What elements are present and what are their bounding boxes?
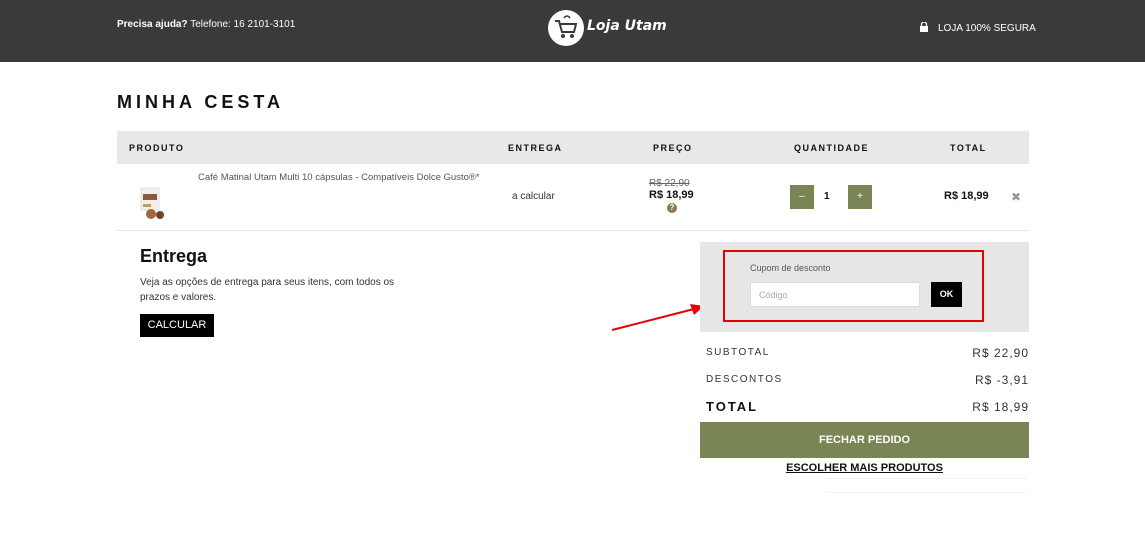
cart-item-row: Café Matinal Utam Multi 10 cápsulas - Co…	[117, 164, 1029, 231]
product-image[interactable]	[137, 184, 169, 222]
divider	[826, 492, 1026, 493]
delivery-value: a calcular	[512, 191, 555, 202]
cart-logo-icon	[548, 10, 584, 46]
quantity-decrease-button[interactable]: –	[790, 185, 814, 209]
choose-more-products-link[interactable]: ESCOLHER MAIS PRODUTOS	[700, 462, 1029, 474]
secure-store-badge: LOJA 100% SEGURA	[920, 21, 1036, 35]
remove-item-icon[interactable]: ✖	[1011, 190, 1021, 204]
delivery-title: Entrega	[140, 246, 208, 266]
help-contact: Precisa ajuda? Telefone: 16 2101-3101	[117, 19, 295, 30]
checkout-button[interactable]: FECHAR PEDIDO	[700, 422, 1029, 458]
header-product: PRODUTO	[129, 143, 185, 153]
divider	[826, 478, 1026, 479]
current-price: R$ 18,99	[649, 189, 694, 201]
calculate-shipping-button[interactable]: CALCULAR	[140, 314, 214, 337]
price-help-icon[interactable]: ?	[667, 203, 677, 213]
coupon-panel: Cupom de desconto OK	[700, 242, 1029, 332]
apply-coupon-button[interactable]: OK	[931, 282, 962, 307]
discount-value: R$ -3,91	[974, 373, 1029, 387]
coupon-code-input[interactable]	[750, 282, 920, 307]
header-total: TOTAL	[950, 143, 987, 153]
logo-text: Loja Utam	[587, 18, 667, 34]
item-total: R$ 18,99	[944, 190, 989, 202]
header-delivery: ENTREGA	[508, 143, 563, 153]
cart-table-header: PRODUTO ENTREGA PREÇO QUANTIDADE TOTAL	[117, 131, 1029, 164]
subtotal-label: SUBTOTAL	[706, 347, 770, 358]
discount-label: DESCONTOS	[706, 374, 783, 385]
red-arrow-annotation	[608, 300, 708, 339]
top-bar: Precisa ajuda? Telefone: 16 2101-3101 Lo…	[0, 0, 1145, 62]
store-logo[interactable]: Loja Utam	[548, 10, 668, 50]
secure-text: LOJA 100% SEGURA	[938, 23, 1036, 35]
subtotal-value: R$ 22,90	[972, 346, 1029, 360]
help-label: Precisa ajuda?	[117, 19, 188, 30]
total-value: R$ 18,99	[972, 400, 1029, 414]
coupon-label: Cupom de desconto	[750, 263, 831, 273]
old-price: R$ 22,90	[649, 178, 690, 189]
header-quantity: QUANTIDADE	[794, 143, 869, 153]
help-phone: Telefone: 16 2101-3101	[187, 19, 296, 30]
quantity-value[interactable]: 1	[824, 191, 830, 202]
page-title: MINHA CESTA	[117, 92, 284, 112]
header-price: PREÇO	[653, 143, 693, 153]
delivery-description: Veja as opções de entrega para seus iten…	[140, 277, 395, 303]
lock-icon	[920, 21, 928, 35]
delivery-section: Entrega Veja as opções de entrega para s…	[140, 246, 410, 337]
total-label: TOTAL	[706, 399, 759, 414]
quantity-increase-button[interactable]: +	[848, 185, 872, 209]
product-name[interactable]: Café Matinal Utam Multi 10 cápsulas - Co…	[198, 170, 488, 185]
